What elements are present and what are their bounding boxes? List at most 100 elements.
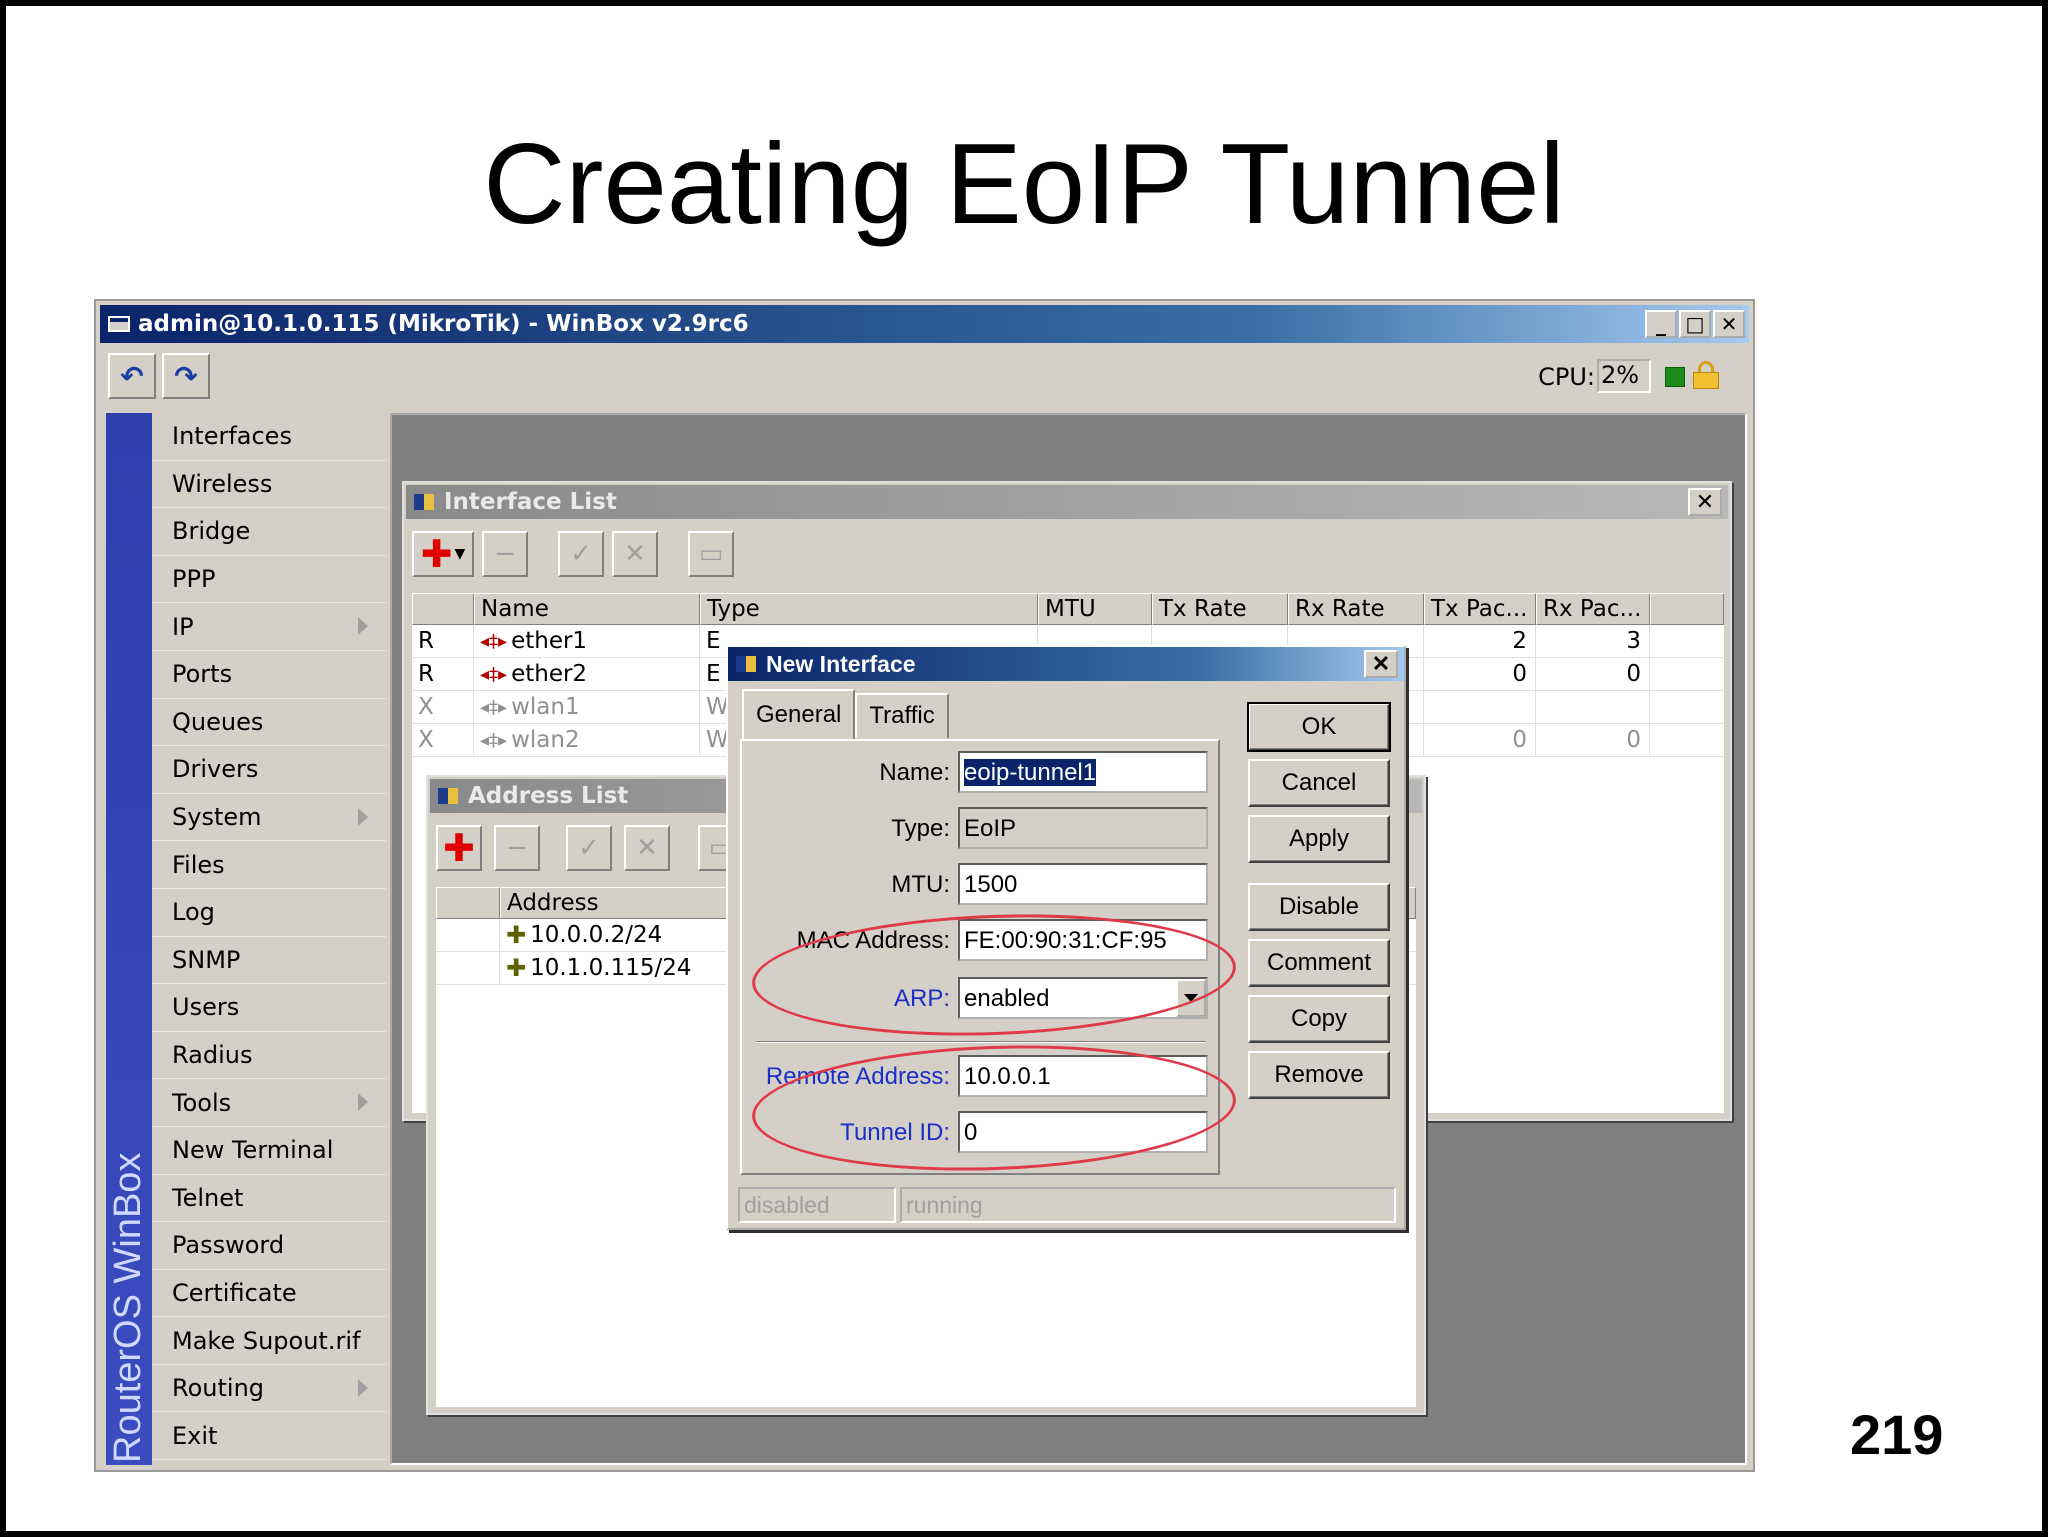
flag-cell: R bbox=[412, 625, 474, 657]
comment-button[interactable]: Comment bbox=[1248, 939, 1390, 987]
flag-cell-text: R bbox=[418, 661, 434, 687]
enable-icon[interactable]: ✓ bbox=[566, 825, 612, 871]
interface-list-title: Interface List bbox=[444, 489, 617, 515]
sidebar-item-files[interactable]: Files bbox=[152, 841, 386, 889]
close-icon[interactable]: ✕ bbox=[1364, 650, 1398, 678]
sidebar-item-exit[interactable]: Exit bbox=[152, 1412, 386, 1461]
sidebar-item-log[interactable]: Log bbox=[152, 889, 386, 937]
status-running: running bbox=[900, 1187, 1396, 1223]
sidebar-item-label: Ports bbox=[172, 660, 233, 689]
cpu-value: 2% bbox=[1597, 359, 1651, 393]
sidebar-item-bridge[interactable]: Bridge bbox=[152, 508, 386, 556]
disable-button[interactable]: Disable bbox=[1248, 883, 1390, 931]
name-cell-text: wlan1 bbox=[511, 694, 580, 720]
sidebar-item-queues[interactable]: Queues bbox=[152, 699, 386, 747]
address-cell: ✚ 10.1.0.115/24 bbox=[500, 952, 734, 984]
sidebar-item-drivers[interactable]: Drivers bbox=[152, 746, 386, 794]
rx-packets-cell-text: 3 bbox=[1626, 628, 1641, 654]
name-field[interactable]: eoip-tunnel1 bbox=[958, 751, 1208, 793]
sidebar-item-label: Exit bbox=[172, 1421, 218, 1450]
tx-packets-cell: 2 bbox=[1424, 625, 1536, 657]
disable-icon[interactable]: ✕ bbox=[624, 825, 670, 871]
sidebar-item-wireless[interactable]: Wireless bbox=[152, 461, 386, 509]
cancel-button[interactable]: Cancel bbox=[1248, 759, 1390, 807]
sidebar-item-label: Make Supout.rif bbox=[172, 1326, 361, 1355]
column-address[interactable]: Address bbox=[500, 887, 734, 919]
interface-grid-header: Name Type MTU Tx Rate Rx Rate Tx Pac... … bbox=[412, 593, 1724, 625]
column-rx-packets[interactable]: Rx Pac... bbox=[1536, 593, 1650, 625]
enable-icon[interactable]: ✓ bbox=[558, 531, 604, 577]
sidebar-item-snmp[interactable]: SNMP bbox=[152, 937, 386, 985]
address-icon: ✚ bbox=[506, 954, 527, 982]
add-icon[interactable]: ✚ ▼ bbox=[412, 531, 474, 577]
sidebar-item-label: IP bbox=[172, 612, 194, 641]
add-icon[interactable]: ✚ bbox=[436, 825, 482, 871]
status-disabled: disabled bbox=[738, 1187, 896, 1223]
tab-general[interactable]: General bbox=[742, 689, 856, 739]
ok-button[interactable]: OK bbox=[1247, 702, 1391, 752]
winbox-titlebar[interactable]: admin@10.1.0.115 (MikroTik) - WinBox v2.… bbox=[100, 305, 1749, 343]
apply-button[interactable]: Apply bbox=[1248, 815, 1390, 863]
sidebar-item-users[interactable]: Users bbox=[152, 984, 386, 1032]
remove-button[interactable]: Remove bbox=[1248, 1051, 1390, 1099]
column-mtu[interactable]: MTU bbox=[1038, 593, 1152, 625]
sidebar-item-new-terminal[interactable]: New Terminal bbox=[152, 1127, 386, 1175]
lock-icon bbox=[1693, 361, 1719, 389]
sidebar-item-radius[interactable]: Radius bbox=[152, 1032, 386, 1080]
type-cell-text: E bbox=[706, 628, 721, 654]
status-led-icon bbox=[1665, 367, 1685, 387]
sidebar-item-system[interactable]: System bbox=[152, 794, 386, 842]
sidebar-item-ports[interactable]: Ports bbox=[152, 651, 386, 699]
type-field: EoIP bbox=[958, 807, 1208, 849]
name-label: Name: bbox=[879, 759, 950, 786]
sidebar-item-label: Telnet bbox=[172, 1183, 244, 1212]
sidebar-item-label: Log bbox=[172, 898, 215, 927]
sidebar-item-certificate[interactable]: Certificate bbox=[152, 1270, 386, 1318]
sidebar-item-tools[interactable]: Tools bbox=[152, 1079, 386, 1127]
new-interface-titlebar[interactable]: New Interface ✕ bbox=[728, 647, 1404, 681]
address-text: 10.1.0.115/24 bbox=[530, 955, 692, 981]
type-cell-text: E bbox=[706, 661, 721, 687]
sidebar-item-ppp[interactable]: PPP bbox=[152, 556, 386, 604]
name-cell-text: ether2 bbox=[511, 661, 588, 687]
column-type[interactable]: Type bbox=[700, 593, 1038, 625]
sidebar-item-label: Password bbox=[172, 1231, 285, 1260]
sidebar-item-telnet[interactable]: Telnet bbox=[152, 1175, 386, 1223]
sidebar-item-label: SNMP bbox=[172, 945, 241, 974]
interface-icon: ◂‡▸ bbox=[480, 729, 508, 751]
mtu-field[interactable]: 1500 bbox=[958, 863, 1208, 905]
close-icon[interactable]: ✕ bbox=[1688, 488, 1722, 516]
type-label: Type: bbox=[891, 815, 950, 842]
flag-cell: X bbox=[412, 691, 474, 723]
sidebar-item-routing[interactable]: Routing bbox=[152, 1365, 386, 1413]
copy-button[interactable]: Copy bbox=[1248, 995, 1390, 1043]
close-button[interactable]: ✕ bbox=[1713, 310, 1745, 338]
remove-icon[interactable]: − bbox=[482, 531, 528, 577]
column-tx-rate[interactable]: Tx Rate bbox=[1152, 593, 1288, 625]
remove-icon[interactable]: − bbox=[494, 825, 540, 871]
maximize-button[interactable]: □ bbox=[1679, 310, 1711, 338]
undo-icon[interactable]: ↶ bbox=[108, 353, 156, 399]
redo-icon[interactable]: ↷ bbox=[162, 353, 210, 399]
tx-packets-cell-text: 0 bbox=[1512, 661, 1527, 687]
flag-cell-text: X bbox=[418, 694, 434, 720]
comment-icon[interactable]: ▭ bbox=[688, 531, 734, 577]
rx-packets-cell-text: 0 bbox=[1626, 727, 1641, 753]
tx-packets-cell bbox=[1424, 691, 1536, 723]
sidebar-item-make-supout-rif[interactable]: Make Supout.rif bbox=[152, 1317, 386, 1365]
sidebar-item-label: Radius bbox=[172, 1041, 253, 1070]
interface-list-titlebar[interactable]: Interface List ✕ bbox=[406, 485, 1728, 519]
column-tx-packets[interactable]: Tx Pac... bbox=[1424, 593, 1536, 625]
sidebar-item-password[interactable]: Password bbox=[152, 1222, 386, 1270]
name-cell-text: ether1 bbox=[511, 628, 588, 654]
column-name[interactable]: Name bbox=[474, 593, 700, 625]
disable-icon[interactable]: ✕ bbox=[612, 531, 658, 577]
flag-cell: X bbox=[412, 724, 474, 756]
tab-traffic[interactable]: Traffic bbox=[855, 693, 949, 739]
sidebar-item-label: System bbox=[172, 803, 262, 832]
minimize-button[interactable]: _ bbox=[1645, 310, 1677, 338]
sidebar-item-label: Tools bbox=[172, 1088, 232, 1117]
column-rx-rate[interactable]: Rx Rate bbox=[1288, 593, 1424, 625]
sidebar-item-ip[interactable]: IP bbox=[152, 603, 386, 651]
sidebar-item-interfaces[interactable]: Interfaces bbox=[152, 413, 386, 461]
